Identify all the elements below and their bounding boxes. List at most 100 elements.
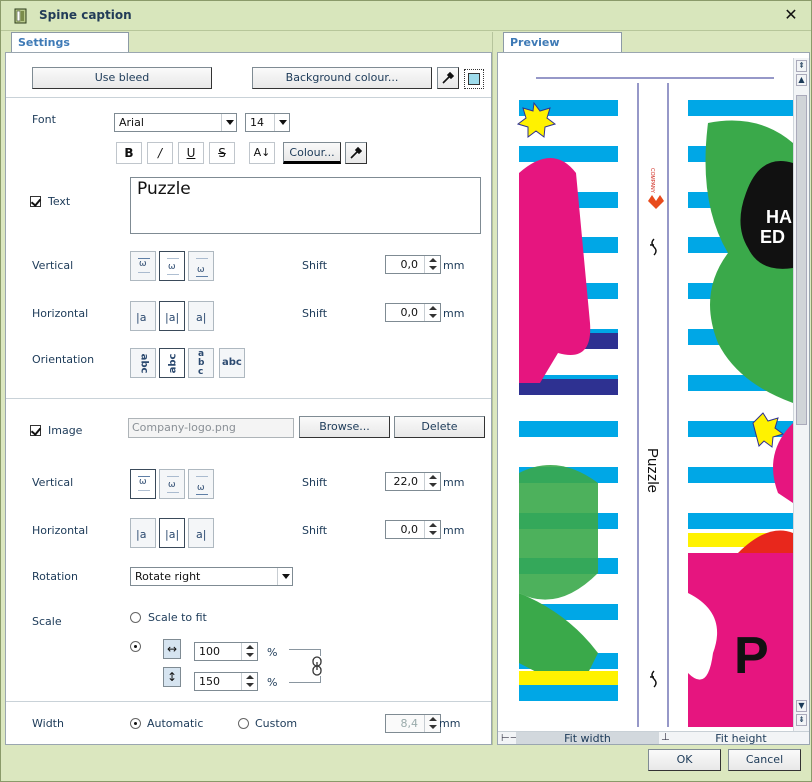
scale-y-input[interactable]: 150 [194,672,258,691]
image-horizontal-shift-label: Shift [302,524,328,537]
scroll-bottom-icon[interactable]: ⇟ [796,714,807,726]
scroll-up-icon[interactable]: ▲ [796,74,807,86]
align-line [167,258,179,259]
align-line [196,258,208,259]
underline-button[interactable]: U [178,142,204,164]
orientation-glyph: abc [198,349,205,377]
align-glyph: ω [168,262,176,272]
text-input[interactable]: Puzzle [130,177,481,234]
orientation-rotate-left-button[interactable]: abc [130,348,156,378]
image-align-left-button[interactable]: |a [130,518,156,548]
settings-panel: Use bleed Background colour... Font Aria… [5,52,492,745]
image-align-bottom-button[interactable]: ω [188,469,214,499]
chain-link-icon[interactable] [311,656,323,676]
text-align-left-button[interactable]: |a [130,301,156,331]
text-vertical-shift-input[interactable]: 0,0 [385,255,441,274]
scale-to-fit-radio[interactable] [130,612,141,623]
image-vertical-label: Vertical [32,476,74,489]
background-colour-swatch[interactable] [464,69,484,89]
ok-button[interactable]: OK [648,749,721,771]
eyedropper-font-button[interactable] [345,142,367,164]
align-glyph: |a [136,528,147,541]
spinner-icon[interactable] [241,673,257,690]
fit-height-button[interactable]: Fit height [673,732,809,744]
scroll-down-icon[interactable]: ▼ [796,700,807,712]
divider [6,97,491,98]
text-align-middle-button[interactable]: ω [159,251,185,281]
spinner-icon[interactable] [424,256,440,273]
cancel-button[interactable]: Cancel [728,749,801,771]
bold-button[interactable]: B [116,142,142,164]
width-automatic-radio[interactable] [130,718,141,729]
scale-x-input[interactable]: 100 [194,642,258,661]
rotation-value: Rotate right [135,570,201,583]
font-colour-button[interactable]: Colour... [283,142,341,164]
cover-letter: P [734,627,769,685]
font-family-select[interactable]: Arial [114,113,237,132]
background-colour-button[interactable]: Background colour... [252,67,432,89]
scale-custom-radio[interactable] [130,641,141,652]
spinner-icon[interactable] [424,521,440,538]
image-align-top-button[interactable]: ω [130,469,156,499]
rotation-select[interactable]: Rotate right [130,567,293,586]
scroll-thumb[interactable] [796,95,807,425]
scroll-top-icon[interactable]: ⇞ [796,60,807,72]
tab-settings[interactable]: Settings [11,32,129,52]
text-checkbox[interactable] [30,196,41,207]
font-size-select[interactable]: 14 [245,113,290,132]
image-checkbox[interactable] [30,425,41,436]
front-cover-artwork: HA ED P [688,98,793,727]
orientation-glyph: abc [167,353,179,374]
eyedropper-background-button[interactable] [437,67,459,89]
fit-height-icon: ⊥ [661,732,670,743]
fit-width-button[interactable]: Fit width [516,732,659,744]
swatch-fill [468,73,480,85]
chevron-down-icon [277,568,292,585]
image-file-field[interactable]: Company-logo.png [128,418,294,438]
italic-button[interactable]: / [147,142,173,164]
align-line [196,476,208,477]
text-vertical-shift-label: Shift [302,259,328,272]
spinner-icon[interactable] [241,643,257,660]
case-button[interactable]: A↓ [249,142,275,164]
align-glyph: ω [139,477,147,487]
width-custom-radio[interactable] [238,718,249,729]
width-label: Width [32,717,64,730]
browse-button[interactable]: Browse... [299,416,390,438]
width-value-input[interactable]: 8,4 [385,714,441,733]
chevron-down-icon [221,114,236,131]
text-horizontal-shift-input[interactable]: 0,0 [385,303,441,322]
orientation-rotate-right-button[interactable]: abc [159,348,185,378]
text-align-right-button[interactable]: a| [188,301,214,331]
orientation-glyph: abc [222,357,242,368]
align-glyph: ω [197,265,205,275]
image-horizontal-shift-input[interactable]: 0,0 [385,520,441,539]
text-vertical-shift-value: 0,0 [400,258,419,271]
align-glyph: a| [196,311,207,324]
preview-vertical-scrollbar[interactable]: ⇞ ▲ ▼ ⇟ [793,58,809,732]
image-align-right-button[interactable]: a| [188,518,214,548]
close-icon[interactable]: ✕ [781,5,801,25]
spinner-icon[interactable] [424,473,440,490]
text-align-bottom-button[interactable]: ω [188,251,214,281]
image-align-middle-button[interactable]: ω [159,469,185,499]
text-align-top-button[interactable]: ω [130,251,156,281]
scale-x-value: 100 [199,645,220,658]
spinner-icon[interactable] [424,715,440,732]
strikethrough-button[interactable]: S [209,142,235,164]
spine: COMPANY Puzzle [637,83,669,727]
spinner-icon[interactable] [424,304,440,321]
unit-label: mm [443,524,465,537]
align-glyph: |a| [165,528,180,541]
orientation-stacked-button[interactable]: abc [188,348,214,378]
align-glyph: a| [196,528,207,541]
use-bleed-button[interactable]: Use bleed [32,67,212,89]
divider [6,398,491,399]
delete-button[interactable]: Delete [394,416,485,438]
app-icon [14,8,27,24]
text-align-center-button[interactable]: |a| [159,301,185,331]
orientation-horizontal-button[interactable]: abc [219,348,245,378]
tab-preview[interactable]: Preview [503,32,622,52]
image-vertical-shift-input[interactable]: 22,0 [385,472,441,491]
image-align-center-button[interactable]: |a| [159,518,185,548]
